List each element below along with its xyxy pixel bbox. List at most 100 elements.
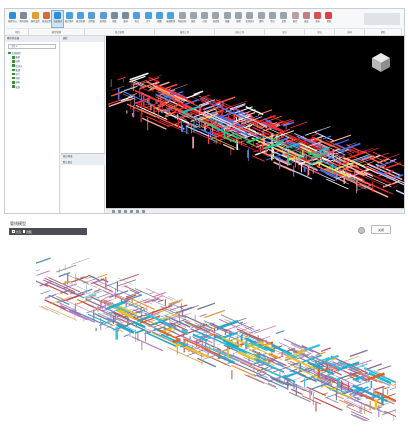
tool-button[interactable]: 模型导入 (7, 11, 18, 27)
tool-button[interactable]: 视点管理 (75, 11, 86, 27)
tool-button[interactable]: 颜色设置 (30, 11, 41, 27)
pipe-model-light-render[interactable] (36, 256, 396, 421)
pan-icon[interactable] (124, 210, 127, 213)
hide-label: 隐藏 (26, 230, 32, 234)
pipe-segment (36, 269, 41, 272)
tool-label: 进度 (304, 20, 309, 23)
pipe-segment (395, 189, 404, 195)
layer-checkbox-icon[interactable] (12, 68, 15, 72)
tool-label: 视点管理 (76, 20, 85, 23)
tool-button[interactable]: 帮助 (323, 11, 334, 27)
pipe-segment (238, 321, 244, 325)
tool-button[interactable]: 净高分析 (176, 11, 187, 27)
pipe-segment (199, 313, 207, 318)
tree-item-label: 装饰 (15, 85, 21, 89)
pipe-segment (104, 281, 118, 287)
fit-view-icon[interactable] (136, 210, 139, 213)
layer-checkbox-icon[interactable] (12, 85, 15, 88)
display-toggle[interactable] (358, 227, 365, 234)
ribbon-group-label: 项目 (7, 29, 29, 35)
tool-button[interactable]: 透明 (256, 11, 267, 27)
pipe-model-dark-render (107, 72, 404, 198)
view-cube-icon[interactable] (370, 51, 392, 73)
layer-checkbox-icon[interactable] (12, 81, 15, 84)
tool-button[interactable]: 设置 (278, 11, 289, 27)
tool-button[interactable]: 渲染模式 (51, 10, 65, 28)
close-button[interactable]: 关闭 (371, 225, 391, 234)
orbit-icon[interactable] (130, 210, 133, 213)
tool-button[interactable]: 碰撞检测 (165, 11, 176, 27)
fullscreen-icon[interactable] (142, 210, 145, 213)
tool-button[interactable]: 全部显示 (244, 11, 255, 27)
pipe-segment (196, 340, 202, 344)
tool-button[interactable]: 进度 (301, 11, 312, 27)
tool-button[interactable]: 材质设置 (41, 11, 52, 27)
layer-checkbox-icon[interactable] (12, 56, 15, 59)
pipe-segment (197, 357, 217, 368)
viewer-tab-bar: 全选 隐藏 (9, 228, 87, 235)
tool-label: 文字 (146, 20, 151, 23)
pipe-segment (61, 305, 82, 316)
layer-checkbox-icon[interactable] (12, 64, 15, 67)
pipe-segment (392, 185, 399, 188)
user-avatar[interactable] (364, 13, 400, 25)
pipe-segment (40, 306, 60, 315)
pipe-segment (343, 400, 373, 414)
tree-item[interactable]: 装饰 (5, 85, 59, 89)
model-filter-dropdown[interactable]: 全部 ▾ (8, 44, 56, 49)
home-view-icon[interactable] (112, 210, 115, 213)
tool-label: 过滤 (202, 20, 207, 23)
tool-button[interactable]: 隐藏 (222, 11, 233, 27)
ribbon-group-label: 视点管理 (85, 29, 155, 35)
tool-label: 发布 (315, 20, 320, 23)
pipe-segment (167, 346, 204, 364)
tool-button[interactable]: 发布 (312, 11, 323, 27)
layer-checkbox-icon[interactable] (8, 51, 11, 55)
tool-button[interactable]: 视点保存 (63, 11, 74, 27)
tool-label: 测量 (112, 20, 117, 23)
select-all-label: 全选 (15, 230, 21, 234)
tool-button[interactable]: 导出 (267, 11, 278, 27)
tool-label: 漫游 (123, 20, 128, 23)
tool-button[interactable]: 构件显隐 (18, 11, 29, 27)
tool-button[interactable]: 标注 (131, 11, 142, 27)
tool-button[interactable]: 漫游 (120, 11, 131, 27)
viewpoint-save-icon (65, 12, 73, 19)
zoom-icon[interactable] (118, 210, 121, 213)
color-settings-icon (31, 12, 39, 19)
tool-button[interactable]: 剖切面 (97, 11, 108, 27)
pipe-segment (366, 363, 383, 370)
layer-checkbox-icon[interactable] (12, 76, 15, 80)
pipe-segment (169, 305, 182, 311)
pipe-segment (44, 277, 75, 293)
pipe-segment (290, 342, 303, 349)
ribbon-group-label: 显示 (265, 29, 305, 35)
section-box-icon (88, 12, 96, 19)
tool-button[interactable]: 选择集 (210, 11, 221, 27)
tool-button[interactable]: 过滤 (199, 11, 210, 27)
ribbon-toolbar: 模型导入 构件显隐 颜色设置 材质设置 渲染模式 视点保存 视点管理 剖切盒 剖切面 测量 漫游 标注… (5, 9, 404, 36)
tool-label: 渲染模式 (53, 20, 63, 23)
tool-button[interactable]: 属性 (188, 11, 199, 27)
tool-button[interactable]: 报告 (289, 11, 300, 27)
tool-button[interactable]: 剖切盒 (86, 11, 97, 27)
viewpoint-item[interactable]: 默认视点 (61, 160, 105, 165)
annotation-icon (133, 12, 141, 19)
export-icon (268, 12, 276, 19)
tool-button[interactable]: 文字 (143, 11, 154, 27)
pipe-segment (197, 302, 216, 310)
layer-checkbox-icon[interactable] (12, 72, 15, 76)
tool-button[interactable]: 截图 (154, 11, 165, 27)
screenshot-icon (156, 12, 163, 19)
settings-icon (280, 12, 288, 19)
tool-button[interactable]: 隔离 (233, 11, 244, 27)
3d-viewport-dark[interactable] (106, 36, 404, 208)
select-all-checkbox[interactable]: 全选 (12, 230, 21, 234)
tool-button[interactable]: 测量 (109, 11, 120, 27)
property-panel-title: 属性 (61, 36, 104, 42)
viewpoint-manage-icon (76, 12, 84, 19)
pipe-segment (110, 91, 123, 97)
pipe-segment (330, 134, 352, 143)
layer-checkbox-icon[interactable] (12, 60, 15, 63)
hide-checkbox[interactable]: 隐藏 (22, 230, 32, 234)
